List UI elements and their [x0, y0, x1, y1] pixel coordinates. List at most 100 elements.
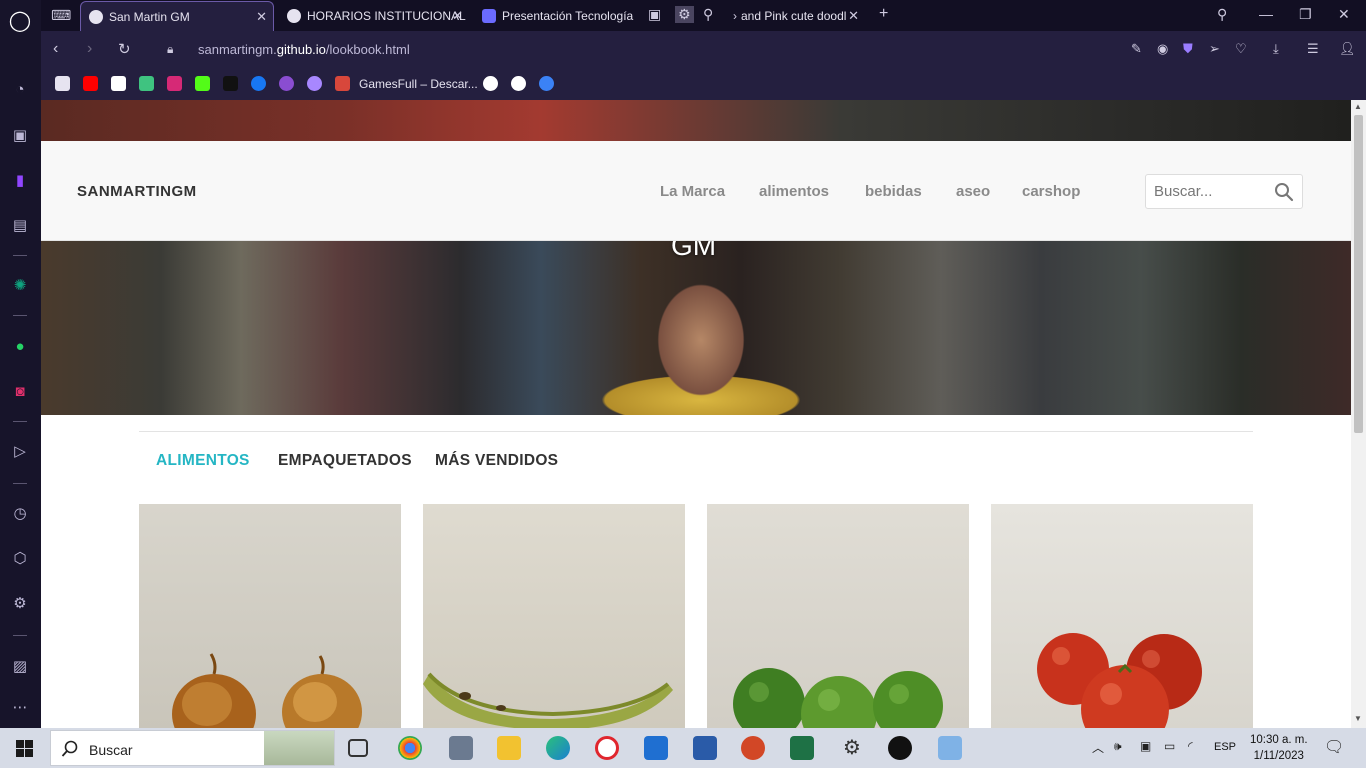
kick-icon[interactable] [195, 76, 210, 91]
back-icon[interactable]: ‹ [53, 40, 58, 58]
twitch-icon[interactable]: ▮ [7, 167, 33, 193]
easy-setup-icon[interactable]: ☰ [1307, 41, 1319, 57]
opera-icon[interactable] [595, 736, 619, 760]
instagram-bookmark-icon[interactable] [167, 76, 182, 91]
bookmark-gamesfull[interactable]: GamesFull – Descar... [359, 77, 478, 91]
windows-start-icon[interactable] [16, 740, 33, 757]
gallery-icon[interactable]: ▨ [7, 653, 33, 679]
chatgpt-icon[interactable]: ✺ [7, 272, 33, 298]
calculator-icon[interactable] [449, 736, 473, 760]
taskbar-search[interactable]: Buscar [50, 730, 335, 766]
product-card-limes[interactable] [707, 504, 969, 728]
extensions-icon[interactable]: ⬡ [7, 545, 33, 571]
tiktok-bookmark-icon[interactable] [223, 76, 238, 91]
powerpoint-icon[interactable] [741, 736, 765, 760]
notifications-icon[interactable]: 🗨︎ [1324, 737, 1344, 757]
battery-icon[interactable]: ▭ [1164, 739, 1175, 753]
reload-icon[interactable]: ↻ [118, 40, 131, 58]
nav-carshop[interactable]: carshop [1022, 183, 1080, 200]
gamepad-icon[interactable] [335, 76, 350, 91]
facebook-icon[interactable] [251, 76, 266, 91]
close-tab-icon[interactable]: ✕ [256, 9, 267, 25]
nav-bebidas[interactable]: bebidas [865, 183, 922, 200]
heart-icon[interactable]: ♡ [1235, 41, 1247, 57]
minimize-icon[interactable]: — [1259, 6, 1273, 22]
bookmark-8k-icon[interactable] [279, 76, 294, 91]
close-tab-icon[interactable]: ✕ [452, 8, 463, 24]
close-window-icon[interactable]: ✕ [1338, 6, 1350, 23]
snapshot-icon[interactable]: ▣ [648, 6, 661, 23]
profile-icon[interactable]: 👤︎ [1339, 41, 1356, 57]
download-icon[interactable]: ⤓ [1273, 41, 1279, 57]
player-icon[interactable]: ▷ [7, 438, 33, 464]
search-icon[interactable] [1274, 182, 1294, 202]
forward-icon[interactable]: › [87, 40, 92, 58]
wifi-icon[interactable]: ◜ [1188, 739, 1193, 753]
clock[interactable]: 10:30 a. m. 1/11/2023 [1250, 732, 1308, 764]
search-input[interactable] [1154, 183, 1272, 200]
tab-san-martin[interactable]: San Martin GM ✕ [80, 1, 274, 31]
settings-icon[interactable]: ⚙ [840, 736, 864, 760]
history-icon[interactable]: ◷ [7, 500, 33, 526]
send-icon[interactable]: ➢ [1209, 41, 1220, 57]
category-alimentos[interactable]: ALIMENTOS [156, 452, 250, 470]
product-card-banana[interactable] [423, 504, 685, 728]
tab-settings-icon[interactable]: ⚙ [675, 6, 694, 23]
nav-la-marca[interactable]: La Marca [660, 183, 725, 200]
category-mas-vendidos[interactable]: MÁS VENDIDOS [435, 452, 558, 470]
url-field[interactable]: sanmartingm.github.io/lookbook.html [198, 42, 410, 57]
tab-label: Presentación Tecnología [502, 9, 634, 23]
product-card-tomatoes[interactable] [991, 504, 1253, 728]
mail-icon[interactable] [644, 736, 668, 760]
nav-aseo[interactable]: aseo [956, 183, 990, 200]
google-icon[interactable] [511, 76, 526, 91]
tiktok-icon[interactable] [888, 736, 912, 760]
word-icon[interactable] [693, 736, 717, 760]
tab-horarios[interactable]: HORARIOS INSTITUCIONAL ✕ [279, 1, 469, 31]
crypto-wallet-icon[interactable]: ▤ [7, 212, 33, 238]
canva-icon[interactable] [539, 76, 554, 91]
speed-dial-icon[interactable]: ◔ [7, 76, 33, 102]
edge-icon[interactable] [546, 736, 570, 760]
share-icon[interactable]: ✎ [1131, 41, 1142, 57]
camera-icon[interactable]: ◉ [1157, 41, 1168, 57]
tab-menu-icon[interactable]: ⌨ [51, 7, 71, 24]
instagram-icon[interactable]: ◙ [7, 378, 33, 404]
tab-doodle[interactable]: › and Pink cute doodl ✕ [725, 1, 865, 31]
excel-icon[interactable] [790, 736, 814, 760]
maximize-icon[interactable]: ❐ [1299, 6, 1312, 23]
scroll-down-icon[interactable]: ▼ [1354, 714, 1362, 723]
task-view-icon[interactable] [348, 739, 368, 757]
bookmark-purple-icon[interactable] [307, 76, 322, 91]
search-tabs-icon[interactable]: ⚲ [1217, 6, 1227, 23]
page-scrollbar[interactable]: ▲ ▼ [1351, 100, 1366, 728]
tray-chevron-icon[interactable]: ︿ [1092, 739, 1104, 756]
whatsapp-icon[interactable]: ● [7, 333, 33, 359]
opera-logo-icon[interactable]: ◯ [7, 7, 33, 33]
workspaces-icon[interactable]: ▣ [7, 122, 33, 148]
scrollbar-thumb[interactable] [1354, 115, 1363, 433]
tab-presentacion[interactable]: Presentación Tecnología [474, 1, 634, 31]
app-icon[interactable] [938, 736, 962, 760]
language-indicator[interactable]: ESP [1214, 741, 1236, 753]
settings-gear-icon[interactable]: ⚙ [7, 590, 33, 616]
file-explorer-icon[interactable] [497, 736, 521, 760]
close-tab-icon[interactable]: ✕ [848, 8, 859, 24]
pin-icon[interactable]: ⚲ [703, 6, 713, 23]
tray-app-icon[interactable]: ▣ [1140, 739, 1151, 753]
scroll-up-icon[interactable]: ▲ [1354, 102, 1362, 111]
chrome-icon[interactable] [398, 736, 422, 760]
category-empaquetados[interactable]: EMPAQUETADOS [278, 452, 412, 470]
product-card-onions[interactable] [139, 504, 401, 728]
document-icon[interactable] [111, 76, 126, 91]
bookmark-green-icon[interactable] [139, 76, 154, 91]
apps-grid-icon[interactable] [55, 76, 70, 91]
nav-alimentos[interactable]: alimentos [759, 183, 829, 200]
more-icon[interactable]: ⋯ [7, 694, 33, 720]
vpn-shield-icon[interactable]: ⛊ [1183, 41, 1193, 57]
youtube-icon[interactable] [83, 76, 98, 91]
volume-icon[interactable]: 🕪︎ [1114, 739, 1122, 754]
site-brand[interactable]: SANMARTINGM [77, 183, 197, 200]
google-icon[interactable] [483, 76, 498, 91]
new-tab-icon[interactable]: + [879, 5, 888, 23]
